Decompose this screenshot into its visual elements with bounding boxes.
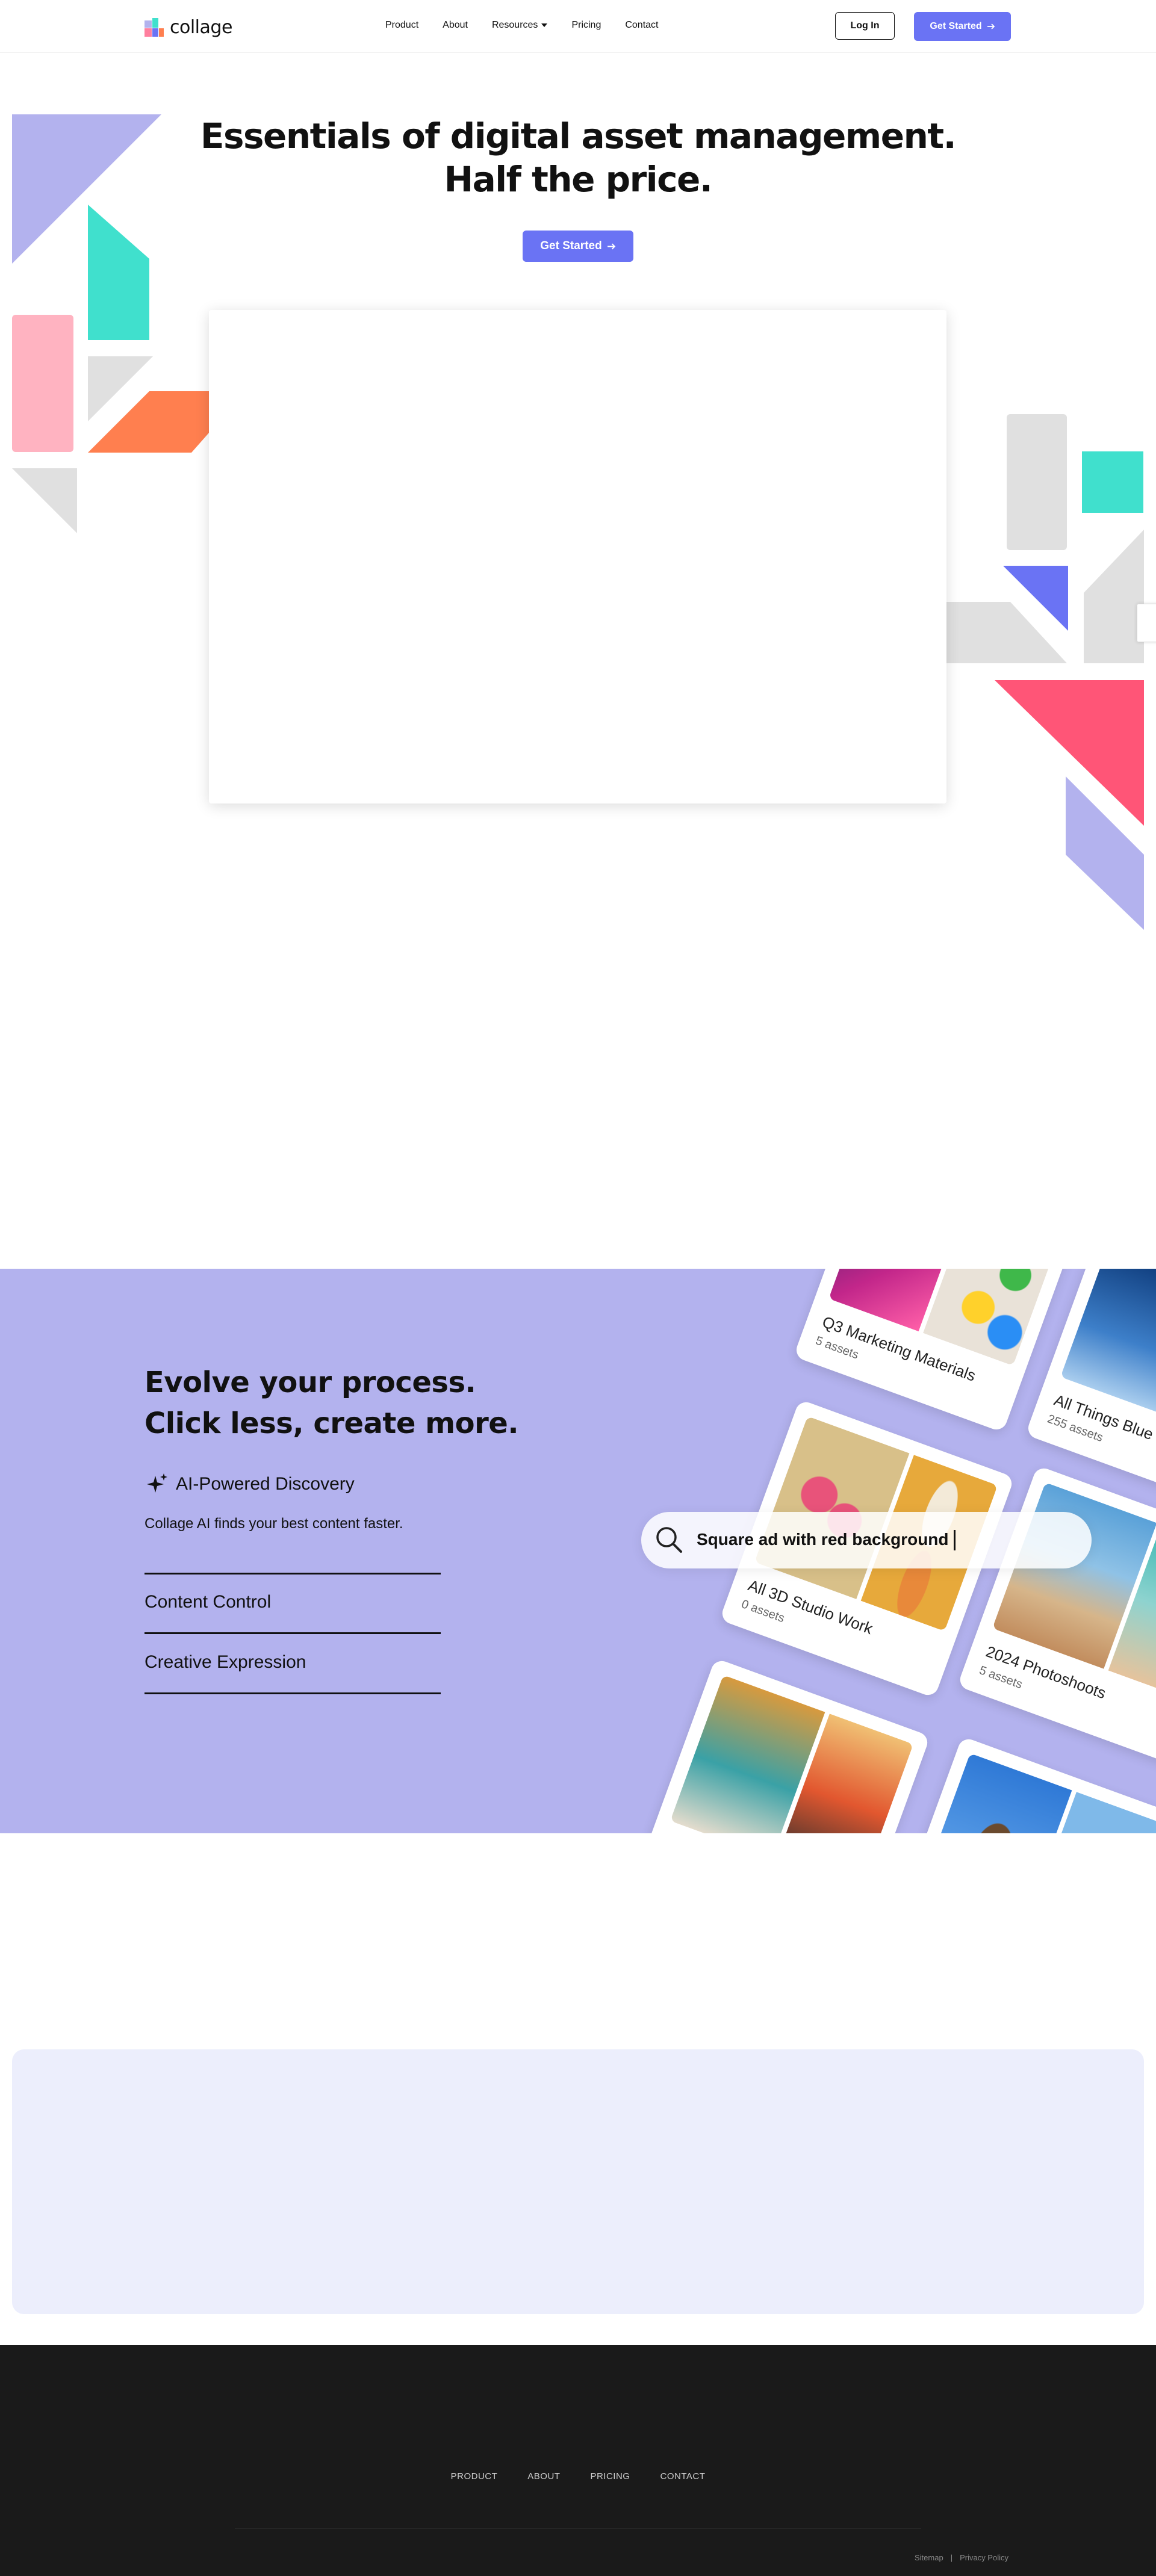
header-get-started-label: Get Started [930, 21, 982, 31]
teal-square-shape [1082, 451, 1143, 513]
nav-resources-label: Resources [491, 20, 538, 30]
content-panel [12, 2049, 1144, 2314]
ai-discovery-label: AI-Powered Discovery [176, 1474, 355, 1494]
login-label: Log In [850, 20, 880, 31]
hero-title-line1: Essentials of digital asset management. [200, 116, 957, 156]
footer-legal-links: Sitemap | Privacy Policy [915, 2553, 1008, 2562]
nav-product-label: Product [385, 20, 419, 30]
search-query-value: Square ad with red background [697, 1529, 949, 1549]
ai-discovery-description: Collage AI finds your best content faste… [144, 1516, 403, 1532]
feature-title-line1: Evolve your process. [144, 1366, 476, 1399]
search-query-text: Square ad with red background [697, 1530, 956, 1551]
nav-resources[interactable]: Resources [491, 20, 548, 31]
sitemap-link[interactable]: Sitemap [915, 2553, 943, 2562]
footer-nav-pricing[interactable]: PRICING [590, 2471, 630, 2482]
chevron-down-icon [541, 23, 548, 27]
lavender-parallelogram-shape [1066, 776, 1144, 930]
pink-rect-shape [12, 315, 73, 452]
teal-parallelogram-shape [88, 205, 149, 340]
accordion-divider [144, 1573, 441, 1574]
arrow-right-icon [987, 23, 995, 29]
grey-slant-shape [1084, 530, 1144, 663]
footer-nav: PRODUCT ABOUT PRICING CONTACT [0, 2471, 1156, 2482]
card-thumbnails [917, 1753, 1156, 1833]
accordion-item-content-control[interactable]: Content Control [144, 1592, 271, 1612]
collection-card[interactable] [635, 1658, 931, 1833]
accordion-item-creative-expression[interactable]: Creative Expression [144, 1652, 306, 1673]
nav-pricing[interactable]: Pricing [571, 20, 601, 31]
login-button[interactable]: Log In [835, 12, 895, 40]
main-nav: Product About Resources Pricing Contact [385, 20, 658, 31]
nav-product[interactable]: Product [385, 20, 418, 31]
search-icon [656, 1527, 682, 1553]
footer-nav-product[interactable]: PRODUCT [451, 2471, 498, 2482]
collage-logo-icon [144, 17, 164, 37]
red-triangle-shape [995, 680, 1144, 826]
nav-about[interactable]: About [443, 20, 468, 31]
site-footer: PRODUCT ABOUT PRICING CONTACT Sitemap | … [0, 2345, 1156, 2576]
card-thumbnails [670, 1674, 914, 1833]
brand-logo[interactable]: collage [144, 17, 232, 38]
arrow-right-icon [607, 243, 615, 249]
text-cursor [953, 1530, 956, 1551]
nav-contact-label: Contact [625, 20, 659, 30]
content-control-label: Content Control [144, 1592, 272, 1612]
ai-search-bar[interactable]: Square ad with red background [641, 1512, 1092, 1568]
nav-about-label: About [443, 20, 468, 30]
card-thumbnails [828, 1269, 1062, 1366]
accordion-item-ai-discovery[interactable]: AI-Powered Discovery [144, 1472, 355, 1496]
nav-contact[interactable]: Contact [625, 20, 658, 31]
footer-nav-contact[interactable]: CONTACT [660, 2471, 705, 2482]
brand-name: collage [170, 17, 232, 38]
hero-video-placeholder[interactable] [209, 310, 946, 803]
footer-nav-about[interactable]: ABOUT [527, 2471, 560, 2482]
blue-triangle-shape [1003, 566, 1068, 631]
hero-title: Essentials of digital asset management. … [0, 114, 1156, 201]
grey-trapezoid-shape [946, 602, 1067, 663]
grey-triangle-shape [88, 356, 153, 421]
recaptcha-badge[interactable] [1137, 604, 1156, 642]
hero-title-line2: Half the price. [444, 159, 713, 200]
nav-pricing-label: Pricing [571, 20, 601, 30]
site-header: collage Product About Resources Pricing … [0, 0, 1156, 53]
privacy-policy-link[interactable]: Privacy Policy [960, 2553, 1008, 2562]
legal-separator: | [950, 2553, 953, 2562]
creative-expression-label: Creative Expression [144, 1652, 306, 1672]
orange-parallelogram-shape [88, 391, 210, 453]
accordion-divider [144, 1632, 441, 1634]
accordion-divider [144, 1692, 441, 1694]
hero-get-started-button[interactable]: Get Started [523, 231, 633, 262]
thumbnail-image [917, 1753, 1072, 1833]
thumbnail-image [923, 1269, 1062, 1366]
feature-title: Evolve your process. Click less, create … [144, 1362, 519, 1444]
grey-corner-shape [12, 468, 77, 533]
sparkle-icon [147, 1473, 167, 1493]
hero-get-started-label: Get Started [540, 240, 602, 252]
feature-title-line2: Click less, create more. [144, 1407, 519, 1440]
header-get-started-button[interactable]: Get Started [914, 12, 1011, 41]
grey-tall-rect-shape [1007, 414, 1067, 550]
